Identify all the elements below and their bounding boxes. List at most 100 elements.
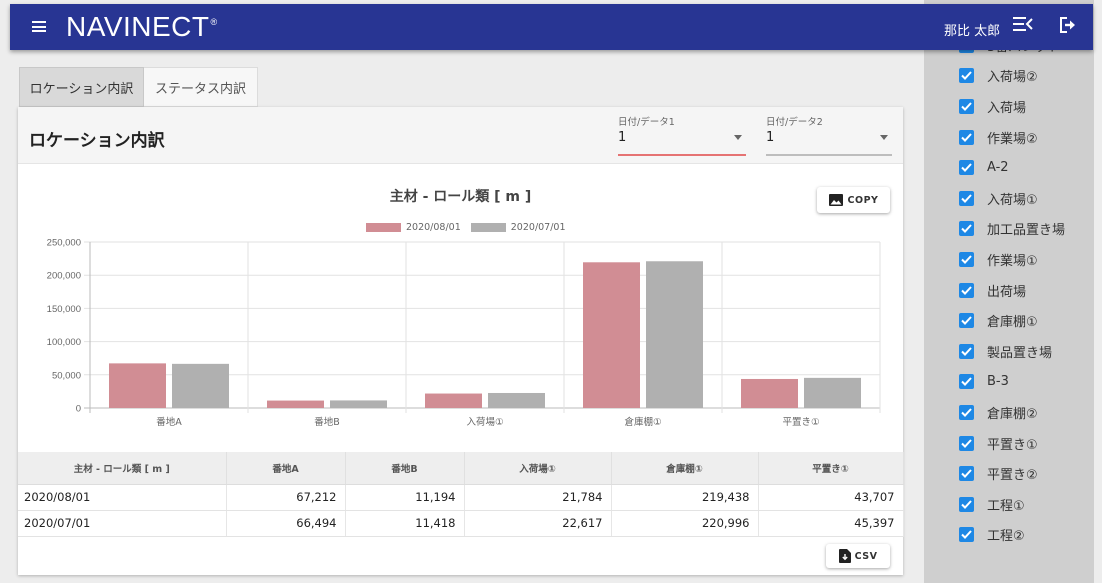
sidebar-checkbox-item[interactable]: 平置き① bbox=[924, 428, 1094, 459]
checkbox-label: 平置き① bbox=[987, 437, 1038, 453]
table-row: 2020/08/01 67,212 11,194 21,784 219,438 43,70… bbox=[18, 484, 904, 511]
checkbox-checked-icon[interactable] bbox=[959, 160, 974, 176]
card-header: ロケーション内訳 日付/データ1 1 日付/データ2 1 bbox=[18, 107, 903, 164]
table-cell: 66,494 bbox=[226, 510, 346, 537]
select-label: 日付/データ1 bbox=[618, 117, 675, 128]
table-header-cell: 倉庫棚① bbox=[611, 452, 759, 485]
checkbox-checked-icon[interactable] bbox=[959, 282, 974, 298]
copy-button-label: COPY bbox=[847, 194, 879, 206]
chevron-down-icon bbox=[734, 135, 742, 140]
bar-series-2 bbox=[172, 363, 229, 408]
table-cell: 22,617 bbox=[464, 510, 612, 537]
table-cell: 220,996 bbox=[611, 510, 759, 537]
checkbox-checked-icon[interactable] bbox=[959, 221, 974, 237]
sidebar-checkbox-item[interactable]: 出荷場 bbox=[924, 275, 1094, 306]
sidebar-checkbox-item[interactable]: 平置き② bbox=[924, 458, 1094, 489]
y-tick-label: 50,000 bbox=[52, 370, 81, 381]
checkbox-checked-icon[interactable] bbox=[959, 435, 974, 451]
checkbox-checked-icon[interactable] bbox=[959, 98, 974, 114]
checkbox-checked-icon[interactable] bbox=[959, 251, 974, 267]
date-data-1-select[interactable]: 日付/データ1 1 bbox=[618, 114, 746, 156]
checkbox-checked-icon[interactable] bbox=[959, 190, 974, 206]
checkbox-checked-icon[interactable] bbox=[959, 466, 974, 482]
sidebar-checkbox-item[interactable]: 入荷場② bbox=[924, 61, 1094, 92]
table-row: 2020/07/01 66,494 11,418 22,617 220,996 45,39… bbox=[18, 510, 904, 537]
sidebar-checkbox-item[interactable]: 入荷場 bbox=[924, 91, 1094, 122]
sidebar-checkbox-item[interactable]: 工程① bbox=[924, 489, 1094, 520]
checkbox-label: 工程① bbox=[987, 498, 1025, 514]
bar-series-2 bbox=[330, 400, 387, 408]
checkbox-checked-icon[interactable] bbox=[959, 404, 974, 420]
sidebar-checkbox-item[interactable]: 倉庫棚② bbox=[924, 397, 1094, 428]
csv-download-button[interactable]: CSV bbox=[826, 544, 890, 568]
tab-status-breakdown[interactable]: ステータス内訳 bbox=[144, 67, 258, 107]
image-icon bbox=[828, 194, 843, 206]
tab-location-breakdown[interactable]: ロケーション内訳 bbox=[19, 67, 144, 107]
menu-collapse-icon[interactable] bbox=[1013, 16, 1033, 36]
select-underline bbox=[766, 154, 892, 156]
checkbox-checked-icon[interactable] bbox=[959, 374, 974, 390]
table-body: 2020/08/01 67,212 11,194 21,784 219,438 43,70… bbox=[18, 484, 904, 537]
sidebar-checkbox-item[interactable]: 作業場① bbox=[924, 244, 1094, 275]
sidebar-checkbox-item[interactable]: 加工品置き場 bbox=[924, 214, 1094, 245]
sidebar-checkbox-item[interactable]: 作業場② bbox=[924, 122, 1094, 153]
bar-series-1 bbox=[741, 378, 798, 408]
legend-label: 2020/08/01 bbox=[406, 221, 461, 233]
checkbox-checked-icon[interactable] bbox=[959, 496, 974, 512]
date-data-2-select[interactable]: 日付/データ2 1 bbox=[766, 114, 892, 156]
sidebar-checkbox-item[interactable]: A-2 bbox=[924, 152, 1094, 183]
file-download-icon bbox=[838, 549, 851, 563]
bar-series-1 bbox=[109, 363, 166, 408]
checkbox-checked-icon[interactable] bbox=[959, 527, 974, 543]
data-table: 主材 - ロール類 [ m ] 番地A 番地B 入荷場① 倉庫棚① 平置き① 2020/0… bbox=[18, 452, 904, 537]
sidebar-checkbox-item[interactable]: 工程② bbox=[924, 520, 1094, 551]
sidebar-checkbox-item[interactable]: 倉庫棚① bbox=[924, 305, 1094, 336]
sidebar-checkbox-item[interactable]: 入荷場① bbox=[924, 183, 1094, 214]
x-tick-label: 平置き① bbox=[782, 417, 819, 428]
checkbox-label: 平置き② bbox=[987, 468, 1038, 484]
checkbox-checked-icon[interactable] bbox=[959, 343, 974, 359]
table-cell: 2020/07/01 bbox=[18, 510, 227, 537]
hamburger-menu-icon[interactable] bbox=[32, 21, 46, 32]
x-tick-label: 番地A bbox=[156, 416, 182, 428]
table-header-cell: 入荷場① bbox=[464, 452, 612, 485]
table-header-row: 主材 - ロール類 [ m ] 番地A 番地B 入荷場① 倉庫棚① 平置き① bbox=[18, 452, 904, 485]
select-value: 1 bbox=[618, 130, 627, 145]
bar-series-1 bbox=[425, 393, 482, 408]
select-underline bbox=[618, 154, 746, 156]
checkbox-label: A-2 bbox=[987, 160, 1009, 176]
sidebar-checkbox-item[interactable]: B-3 bbox=[924, 367, 1094, 398]
location-breakdown-card: ロケーション内訳 日付/データ1 1 日付/データ2 1 主材 - ロール類 [… bbox=[18, 107, 904, 575]
user-name: 那比 太郎 bbox=[944, 24, 1001, 39]
y-tick-label: 200,000 bbox=[47, 271, 81, 282]
table-cell: 219,438 bbox=[611, 484, 759, 511]
copy-button[interactable]: COPY bbox=[817, 187, 890, 213]
select-label: 日付/データ2 bbox=[766, 117, 823, 128]
checkbox-label: 加工品置き場 bbox=[987, 223, 1066, 239]
checkbox-label: 倉庫棚② bbox=[987, 406, 1038, 422]
table-header-cell: 番地A bbox=[226, 452, 346, 485]
table-cell: 21,784 bbox=[464, 484, 612, 511]
legend-swatch bbox=[366, 222, 401, 232]
select-value: 1 bbox=[766, 130, 775, 145]
location-checkbox-list: 3番パレット入荷場②入荷場作業場②A-2入荷場①加工品置き場作業場①出荷場倉庫棚… bbox=[924, 30, 1094, 550]
table-header-cell: 平置き① bbox=[758, 452, 904, 485]
checkbox-label: 工程② bbox=[987, 529, 1025, 545]
logout-icon[interactable] bbox=[1059, 16, 1077, 38]
chart-title: 主材 - ロール類 [ m ] bbox=[389, 189, 532, 205]
bar-chart: 0 50,000 100,000 150,000 200,000 250,000 番地A 番地… bbox=[47, 238, 881, 428]
sidebar-checkbox-item[interactable]: 製品置き場 bbox=[924, 336, 1094, 367]
y-tick-label: 100,000 bbox=[47, 337, 81, 348]
table-header-cell: 番地B bbox=[345, 452, 465, 485]
checkbox-label: 入荷場② bbox=[987, 70, 1038, 86]
csv-button-label: CSV bbox=[854, 550, 878, 562]
x-tick-label: 倉庫棚① bbox=[624, 416, 661, 428]
checkbox-checked-icon[interactable] bbox=[959, 313, 974, 329]
bar-series-2 bbox=[804, 377, 861, 408]
table-cell: 45,397 bbox=[758, 510, 904, 537]
checkbox-checked-icon[interactable] bbox=[959, 68, 974, 84]
x-tick-label: 番地B bbox=[314, 416, 340, 428]
checkbox-label: 作業場① bbox=[987, 253, 1038, 269]
chevron-down-icon bbox=[880, 135, 888, 140]
checkbox-checked-icon[interactable] bbox=[959, 129, 974, 145]
